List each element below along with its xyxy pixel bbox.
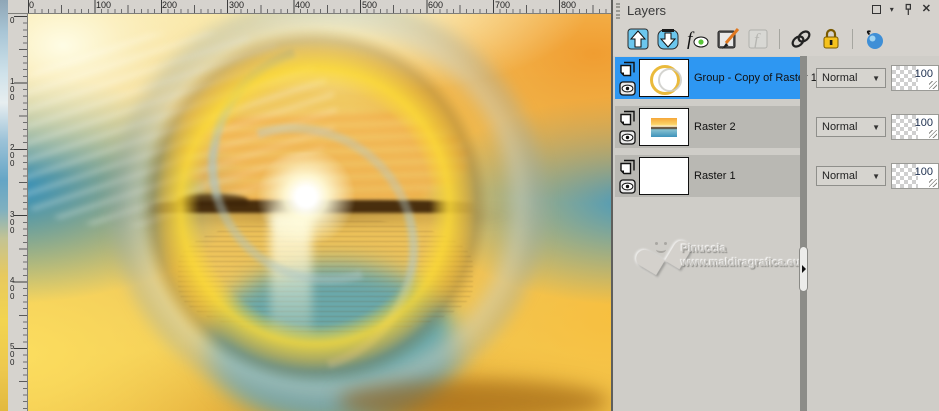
ruler-label: 100 xyxy=(10,77,15,102)
app-window: 0 100 200 300 400 500 600 700 800 0 100 … xyxy=(0,0,939,411)
smiley-face-icon xyxy=(653,242,671,254)
close-icon[interactable]: ✕ xyxy=(922,4,931,15)
edit-layer-icon[interactable] xyxy=(716,27,740,51)
opacity-slider-grip[interactable] xyxy=(929,81,937,89)
artwork-sun xyxy=(251,152,361,242)
ruler-label: 0 xyxy=(10,16,15,25)
layer-name: Raster 2 xyxy=(694,121,736,133)
ruler-label: 600 xyxy=(428,0,444,10)
layer-row-raster-2[interactable]: Raster 2 xyxy=(615,106,800,148)
collapse-arrow-icon xyxy=(801,265,806,273)
layer-controls-row: Normal ▼ 100 xyxy=(807,155,939,197)
pin-icon[interactable] xyxy=(903,3,913,16)
chevron-down-icon: ▼ xyxy=(872,122,880,132)
menu-arrow-icon[interactable]: ▾ xyxy=(890,5,894,14)
blend-mode-value: Normal xyxy=(822,121,858,133)
panel-splitter[interactable] xyxy=(799,56,808,411)
ruler-vertical: 0 100 200 300 400 500 xyxy=(8,14,28,411)
opacity-slider-grip[interactable] xyxy=(929,130,937,138)
chevron-down-icon: ▼ xyxy=(872,73,880,83)
visibility-toggle-icon[interactable] xyxy=(619,178,636,194)
layer-type-icon xyxy=(619,61,636,78)
toolbar-separator xyxy=(779,29,780,49)
sphere-icon[interactable] xyxy=(862,27,886,51)
layer-row-raster-1[interactable]: Raster 1 xyxy=(615,155,800,197)
panel-title: Layers xyxy=(627,3,667,18)
ruler-label: 200 xyxy=(162,0,178,10)
move-layer-down-icon[interactable] xyxy=(656,27,680,51)
image-canvas[interactable] xyxy=(28,14,611,411)
ruler-label: 0 xyxy=(29,0,35,10)
ruler-label: 400 xyxy=(295,0,311,10)
layer-thumbnail[interactable] xyxy=(639,157,689,195)
layer-effects-icon[interactable]: f xyxy=(686,27,710,51)
layer-name: Group - Copy of Raster 1 xyxy=(694,72,817,84)
toolbar-separator xyxy=(852,29,853,49)
blend-mode-dropdown[interactable]: Normal ▼ xyxy=(816,68,886,88)
ruler-label: 400 xyxy=(10,276,15,301)
ruler-label: 200 xyxy=(10,143,15,168)
link-layers-icon[interactable] xyxy=(789,27,813,51)
visibility-toggle-icon[interactable] xyxy=(619,129,636,145)
opacity-value: 100 xyxy=(914,166,933,178)
ruler-label: 700 xyxy=(495,0,511,10)
watermark-author: Pinuccia xyxy=(681,243,727,255)
blend-mode-value: Normal xyxy=(822,72,858,84)
ruler-label: 500 xyxy=(362,0,378,10)
ruler-label: 100 xyxy=(96,0,112,10)
layer-controls-row: Normal ▼ 100 xyxy=(807,106,939,148)
layers-palette-header[interactable]: Layers ▾ ✕ xyxy=(613,0,939,22)
watermark-site: www.maldiragrafica.eu xyxy=(681,257,801,269)
layers-palette: Layers ▾ ✕ f f Group - Copy of Raster 1 … xyxy=(611,0,939,411)
opacity-control[interactable]: 100 xyxy=(891,114,939,140)
lock-icon[interactable] xyxy=(819,27,843,51)
opacity-slider-grip[interactable] xyxy=(929,179,937,187)
chevron-down-icon: ▼ xyxy=(872,171,880,181)
script-icon: f xyxy=(748,29,768,49)
blend-mode-value: Normal xyxy=(822,170,858,182)
layers-toolbar: f f xyxy=(613,22,939,56)
blend-mode-dropdown[interactable]: Normal ▼ xyxy=(816,166,886,186)
opacity-value: 100 xyxy=(914,117,933,129)
opacity-control[interactable]: 100 xyxy=(891,163,939,189)
ruler-label: 800 xyxy=(561,0,577,10)
layer-type-icon xyxy=(619,159,636,176)
layer-type-icon xyxy=(619,110,636,127)
layer-controls-row: Normal ▼ 100 xyxy=(807,57,939,99)
canvas-edge-strip xyxy=(0,0,8,411)
visibility-toggle-icon[interactable] xyxy=(619,80,636,96)
opacity-value: 100 xyxy=(914,68,933,80)
ruler-label: 300 xyxy=(229,0,245,10)
move-layer-up-icon[interactable] xyxy=(626,27,650,51)
ruler-horizontal: 0 100 200 300 400 500 600 700 800 xyxy=(8,0,611,14)
layer-list: Group - Copy of Raster 1 Raster 2 Raster… xyxy=(615,56,817,411)
panel-grip[interactable] xyxy=(616,3,620,19)
layer-thumbnail[interactable] xyxy=(639,108,689,146)
opacity-control[interactable]: 100 xyxy=(891,65,939,91)
blend-mode-dropdown[interactable]: Normal ▼ xyxy=(816,117,886,137)
layer-row-group-copy-of-raster-1[interactable]: Group - Copy of Raster 1 xyxy=(615,57,817,99)
svg-text:f: f xyxy=(687,29,695,50)
layer-controls: Normal ▼ 100 Normal ▼ 100 Normal ▼ 100 xyxy=(807,56,939,411)
ruler-label: 500 xyxy=(10,342,15,367)
layer-name: Raster 1 xyxy=(694,170,736,182)
layer-thumbnail[interactable] xyxy=(639,59,689,97)
float-window-icon[interactable] xyxy=(871,5,881,14)
ruler-label: 300 xyxy=(10,210,15,235)
